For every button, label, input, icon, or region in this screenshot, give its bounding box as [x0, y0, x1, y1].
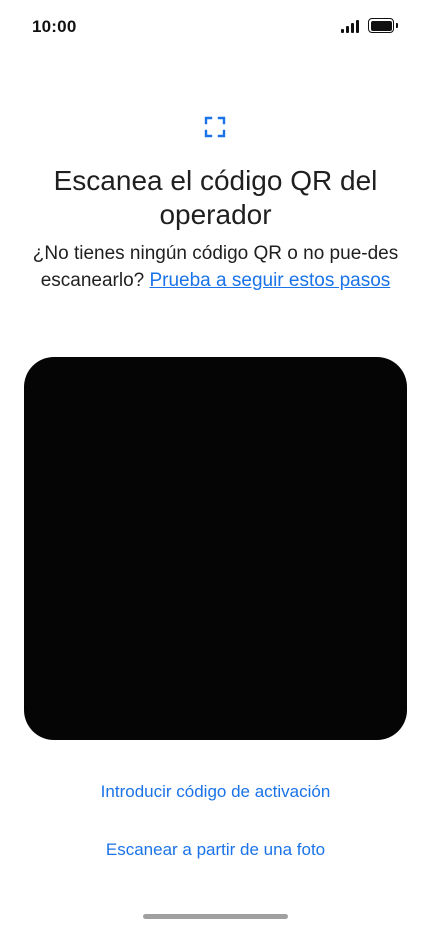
- help-steps-link[interactable]: Prueba a seguir estos pasos: [149, 270, 390, 291]
- qr-scan-frame-icon: [204, 116, 226, 138]
- home-indicator[interactable]: [143, 914, 288, 919]
- scan-from-photo-button[interactable]: Escanear a partir de una foto: [0, 840, 431, 860]
- esim-qr-scan-screen: 10:00 Escanea el código QR del operador …: [0, 0, 431, 931]
- cellular-signal-icon: [341, 19, 363, 33]
- camera-viewfinder: [24, 357, 407, 740]
- status-bar: 10:00: [0, 0, 431, 56]
- enter-activation-code-button[interactable]: Introducir código de activación: [0, 782, 431, 802]
- battery-full-icon: [368, 18, 398, 33]
- help-text: ¿No tienes ningún código QR o no pue-des…: [24, 240, 407, 294]
- status-time: 10:00: [32, 17, 77, 36]
- page-title: Escanea el código QR del operador: [53, 165, 378, 230]
